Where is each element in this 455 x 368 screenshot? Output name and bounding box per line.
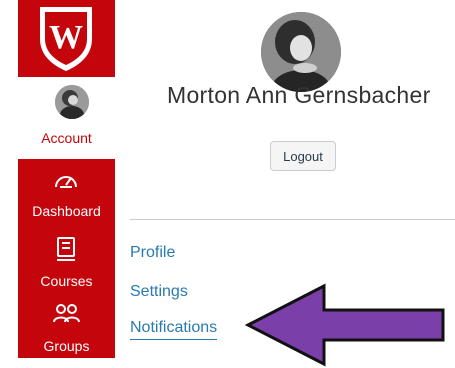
uw-crest-logo[interactable]: W	[18, 0, 115, 77]
nav-label-account: Account	[41, 130, 92, 146]
crest-icon: W	[40, 7, 92, 71]
nav-item-courses[interactable]: Courses	[18, 226, 115, 294]
nav-item-account[interactable]: Account	[18, 77, 115, 159]
profile-link[interactable]: Profile	[130, 244, 175, 262]
user-avatar	[55, 85, 89, 119]
svg-text:W: W	[49, 19, 83, 56]
book-icon	[57, 237, 75, 261]
nav-label-dashboard: Dashboard	[32, 203, 101, 219]
speedometer-icon	[55, 176, 77, 188]
profile-avatar	[261, 12, 341, 92]
logout-button[interactable]: Logout	[270, 141, 336, 171]
user-name: Morton Ann Gernsbacher	[167, 82, 431, 108]
settings-link[interactable]: Settings	[130, 283, 188, 301]
purple-arrow-icon	[244, 283, 445, 367]
nav-item-groups[interactable]: Groups	[18, 294, 115, 358]
nav-label-groups: Groups	[43, 338, 90, 354]
people-icon	[53, 304, 80, 323]
divider	[130, 219, 455, 220]
global-nav-sidebar: W Account Dashboard Courses Groups	[0, 0, 115, 368]
notifications-link[interactable]: Notifications	[130, 319, 218, 340]
nav-item-dashboard[interactable]: Dashboard	[18, 159, 115, 226]
nav-label-courses: Courses	[40, 273, 93, 289]
